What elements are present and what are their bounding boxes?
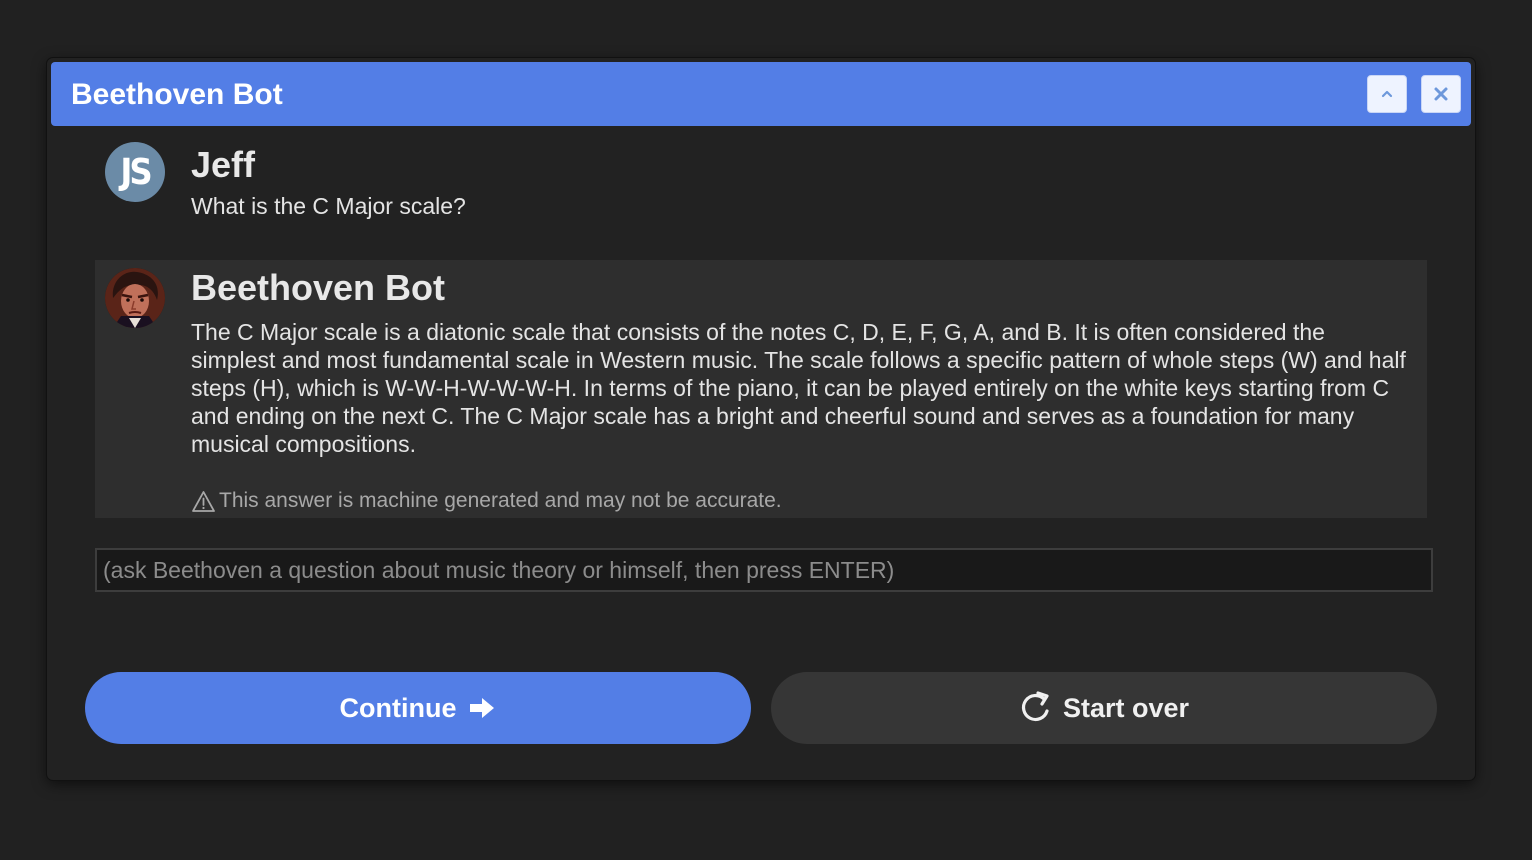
message-sender: Jeff (191, 144, 256, 185)
question-input[interactable] (95, 548, 1433, 592)
start-over-label: Start over (1062, 692, 1190, 723)
message-text: What is the C Major scale? (191, 193, 466, 219)
start-over-button[interactable]: Start over (771, 672, 1437, 744)
disclaimer: This answer is machine generated and may… (191, 489, 782, 513)
chevron-up-icon (1381, 90, 1393, 98)
continue-label: Continue (339, 692, 457, 723)
arrow-right-icon (470, 698, 495, 718)
warning-icon (192, 490, 215, 512)
close-icon (1434, 87, 1448, 101)
disclaimer-text: This answer is machine generated and may… (219, 489, 782, 512)
chat-dialog: Beethoven Bot JS Jeff What is the C Majo… (47, 58, 1475, 780)
bot-message: Beethoven Bot The C Major scale is a dia… (95, 260, 1427, 518)
beethoven-portrait-icon (105, 268, 165, 328)
close-button[interactable] (1421, 75, 1461, 113)
bot-avatar (105, 268, 165, 328)
refresh-icon (1021, 691, 1049, 722)
message-text: The C Major scale is a diatonic scale th… (191, 319, 1406, 457)
user-avatar: JS (105, 142, 165, 202)
dialog-title: Beethoven Bot (71, 78, 283, 111)
collapse-button[interactable] (1367, 75, 1407, 113)
continue-button[interactable]: Continue (85, 672, 751, 744)
title-bar: Beethoven Bot (51, 62, 1471, 126)
user-message: JS Jeff What is the C Major scale? (95, 134, 1427, 244)
message-sender: Beethoven Bot (191, 267, 446, 308)
